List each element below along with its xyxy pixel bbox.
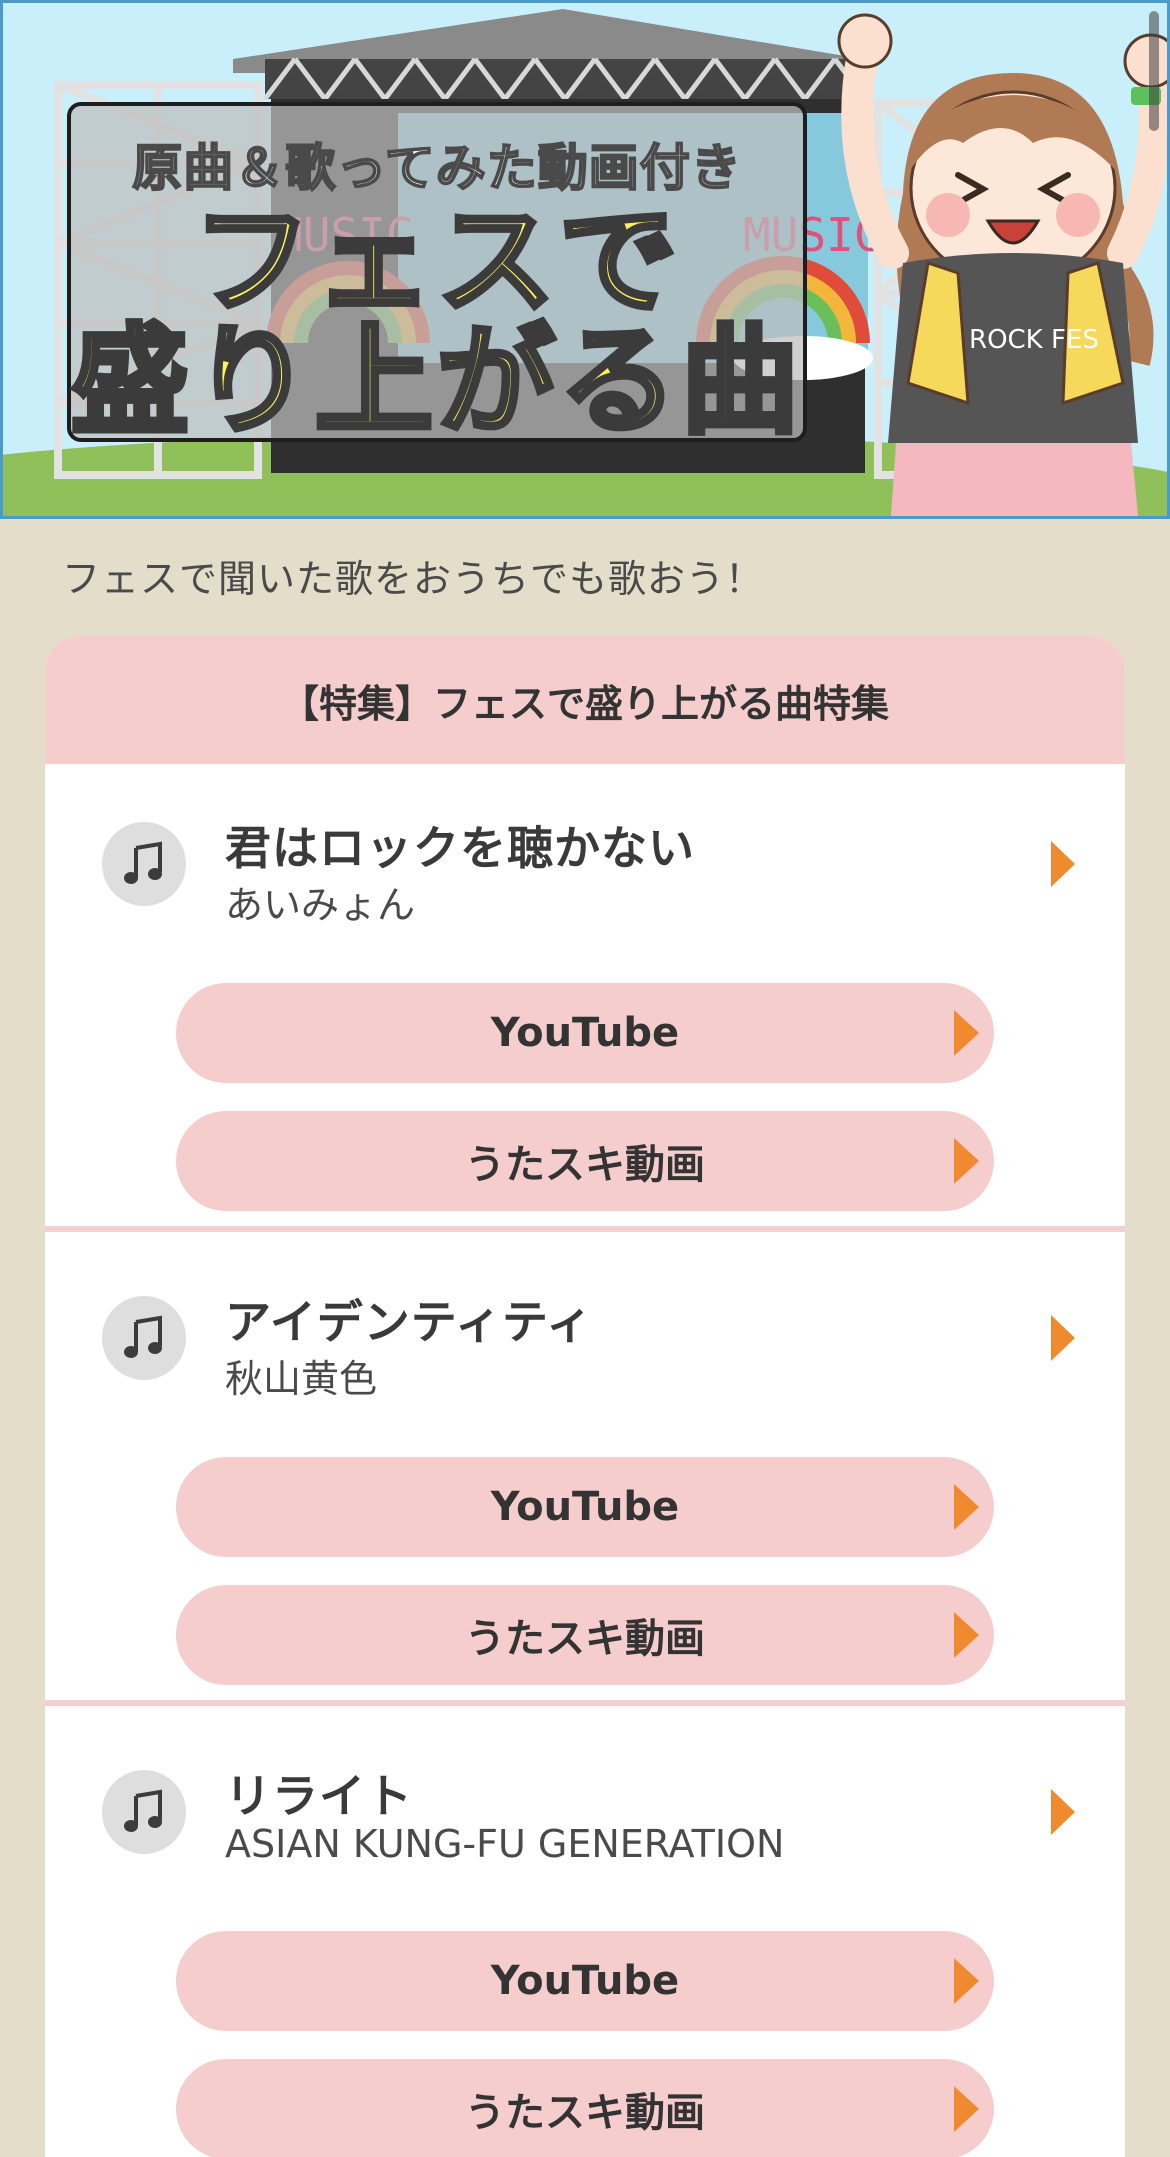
chevron-right-icon [954, 1612, 979, 1658]
song-row-link[interactable]: 君はロックを聴かない あいみょん [45, 764, 1125, 944]
header-banner: MUSIC MUSIC [0, 0, 1170, 519]
song-row-link[interactable]: アイデンティティ 秋山黄色 [45, 1238, 1125, 1418]
banner-title-box: 原曲＆歌ってみた動画付き フェスで 盛り上がる曲 [67, 102, 807, 450]
song-row-link[interactable]: リライト ASIAN KUNG-FU GENERATION [45, 1712, 1125, 1892]
song-item: リライト ASIAN KUNG-FU GENERATION YouTube うた… [45, 1712, 1125, 2157]
chevron-right-icon [1051, 1789, 1075, 1835]
chevron-right-icon [954, 1010, 979, 1056]
chevron-right-icon [1051, 841, 1075, 887]
utasuki-button-label: うたスキ動画 [465, 2090, 705, 2136]
utasuki-video-button[interactable]: うたスキ動画 [176, 2059, 994, 2157]
chevron-right-icon [954, 1958, 979, 2004]
song-artist: ASIAN KUNG-FU GENERATION [225, 1822, 785, 1866]
banner-title-line-2: 盛り上がる曲 [69, 312, 804, 450]
youtube-button[interactable]: YouTube [176, 1457, 994, 1557]
youtube-button[interactable]: YouTube [176, 1931, 994, 2031]
song-item: アイデンティティ 秋山黄色 YouTube うたスキ動画 [45, 1238, 1125, 1706]
utasuki-video-button[interactable]: うたスキ動画 [176, 1585, 994, 1685]
youtube-button-label: YouTube [490, 1958, 680, 2004]
song-title: 君はロックを聴かない [225, 821, 695, 875]
chevron-right-icon [1051, 1315, 1075, 1361]
banner-title-line-1: フェスで [190, 192, 681, 330]
lead-text: フェスで聞いた歌をおうちでも歌おう！ [62, 557, 765, 601]
music-note-icon [102, 1296, 186, 1380]
feature-card: 【特集】フェスで盛り上がる曲特集 君はロックを聴かない あいみょん YouTub… [45, 636, 1125, 2157]
chevron-right-icon [954, 1484, 979, 1530]
music-note-icon [102, 1770, 186, 1854]
youtube-button-label: YouTube [490, 1010, 680, 1056]
music-note-icon [102, 822, 186, 906]
utasuki-video-button[interactable]: うたスキ動画 [176, 1111, 994, 1211]
song-title: アイデンティティ [225, 1295, 594, 1349]
youtube-button-label: YouTube [490, 1484, 680, 1530]
utasuki-button-label: うたスキ動画 [465, 1142, 705, 1188]
chevron-right-icon [954, 1138, 979, 1184]
banner-subtitle: 原曲＆歌ってみた動画付き [131, 138, 742, 198]
chevron-right-icon [954, 2086, 979, 2132]
song-title: リライト [225, 1769, 413, 1823]
song-artist: 秋山黄色 [225, 1357, 378, 1401]
youtube-button[interactable]: YouTube [176, 983, 994, 1083]
song-item: 君はロックを聴かない あいみょん YouTube うたスキ動画 [45, 764, 1125, 1232]
shirt-text: ROCK FES [969, 325, 1099, 355]
song-artist: あいみょん [225, 883, 416, 927]
utasuki-button-label: うたスキ動画 [465, 1616, 705, 1662]
card-header: 【特集】フェスで盛り上がる曲特集 [45, 636, 1125, 764]
scrollbar-thumb[interactable] [1149, 11, 1159, 131]
